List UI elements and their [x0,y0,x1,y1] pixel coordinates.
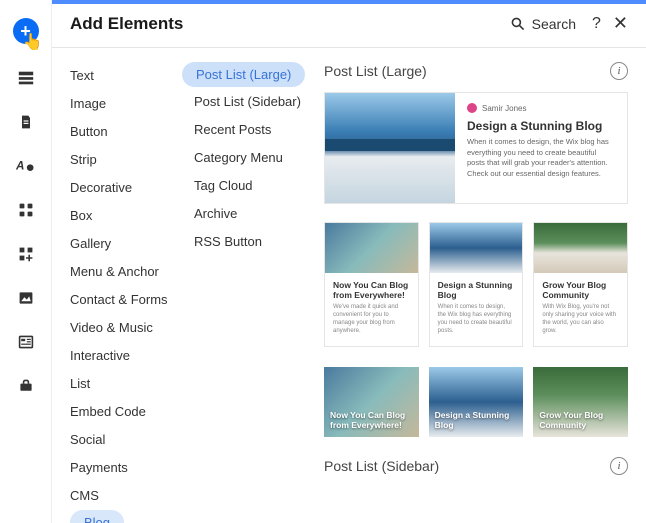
left-rail: + 👆 A [0,0,52,523]
category-item[interactable]: Gallery [70,230,121,257]
section-header-sidebar: Post List (Sidebar) i [324,457,628,475]
card-image [430,223,523,273]
card-title: Grow Your Blog Community [539,410,622,430]
card-title: Grow Your Blog Community [542,280,619,300]
category-item[interactable]: Embed Code [70,398,156,425]
subcategory-item[interactable]: RSS Button [182,228,274,255]
author-row: Samir Jones [467,103,615,113]
subcategory-item[interactable]: Post List (Sidebar) [182,88,313,115]
info-icon[interactable]: i [610,62,628,80]
content-icon[interactable] [16,332,36,352]
card-body: When it comes to design, the Wix blog ha… [438,304,515,335]
section-header-large: Post List (Large) i [324,62,628,80]
category-item[interactable]: Menu & Anchor [70,258,169,285]
preview-image [325,93,455,203]
plus-icon: + [20,21,31,42]
overlay-card[interactable]: Now You Can Blog from Everywhere! [324,367,419,437]
grid-card[interactable]: Grow Your Blog Community With Wix Blog, y… [533,222,628,347]
card-title: Now You Can Blog from Everywhere! [330,410,413,430]
card-title: Now You Can Blog from Everywhere! [333,280,410,300]
add-elements-button[interactable]: + 👆 [13,18,39,44]
card-image [325,223,418,273]
category-item[interactable]: Decorative [70,174,142,201]
svg-text:A: A [16,159,24,172]
subcategory-list: Post List (Large)Post List (Sidebar)Rece… [182,48,324,523]
media-icon[interactable] [16,288,36,308]
card-text: Design a Stunning Blog When it comes to d… [430,273,523,346]
category-item[interactable]: Image [70,90,116,117]
sections-icon[interactable] [16,68,36,88]
post-list-grid-preview[interactable]: Now You Can Blog from Everywhere! We've m… [324,222,628,347]
design-icon[interactable]: A [16,156,36,176]
category-item[interactable]: Video & Music [70,314,163,341]
section-title: Post List (Large) [324,63,427,79]
close-button[interactable]: ✕ [613,13,628,34]
category-item[interactable]: Button [70,118,118,145]
category-item[interactable]: Blog [70,510,124,523]
overlay-card[interactable]: Grow Your Blog Community [533,367,628,437]
subcategory-item[interactable]: Post List (Large) [182,62,305,87]
subcategory-item[interactable]: Tag Cloud [182,172,265,199]
pages-icon[interactable] [16,112,36,132]
apps-icon[interactable] [16,200,36,220]
card-title: Design a Stunning Blog [435,410,518,430]
card-title: Design a Stunning Blog [467,119,615,133]
app-root: + 👆 A Add Elements [0,0,646,523]
card-title: Design a Stunning Blog [438,280,515,300]
info-icon[interactable]: i [610,457,628,475]
search-icon [510,16,526,32]
category-item[interactable]: CMS [70,482,109,509]
category-item[interactable]: Contact & Forms [70,286,178,313]
author-name: Samir Jones [482,104,526,113]
category-list: TextImageButtonStripDecorativeBoxGallery… [52,48,182,523]
panel-body: TextImageButtonStripDecorativeBoxGallery… [52,48,646,523]
panel-header: Add Elements Search ? ✕ [52,0,646,48]
card-image [534,223,627,273]
elements-panel: Add Elements Search ? ✕ TextImageButtonS… [52,0,646,523]
panel-title: Add Elements [70,14,183,34]
help-button[interactable]: ? [592,15,601,33]
card-text: Grow Your Blog Community With Wix Blog, y… [534,273,627,346]
business-icon[interactable] [16,376,36,396]
subcategory-item[interactable]: Archive [182,200,249,227]
category-item[interactable]: Text [70,62,104,89]
preview-pane: Post List (Large) i Samir Jones Design a… [324,48,646,523]
category-item[interactable]: Box [70,202,102,229]
post-list-large-preview[interactable]: Samir Jones Design a Stunning Blog When … [324,92,628,204]
overlay-card[interactable]: Design a Stunning Blog [429,367,524,437]
addons-icon[interactable] [16,244,36,264]
subcategory-item[interactable]: Category Menu [182,144,295,171]
search-button[interactable]: Search [510,16,576,32]
grid-card[interactable]: Design a Stunning Blog When it comes to d… [429,222,524,347]
card-body: With Wix Blog, you're not only sharing y… [542,304,619,335]
card-body: We've made it quick and convenient for y… [333,304,410,335]
category-item[interactable]: Social [70,426,115,453]
subcategory-item[interactable]: Recent Posts [182,116,283,143]
post-list-overlay-preview[interactable]: Now You Can Blog from Everywhere! Design … [324,367,628,437]
top-accent-bar [52,0,646,4]
category-item[interactable]: Payments [70,454,138,481]
card-text: Now You Can Blog from Everywhere! We've m… [325,273,418,346]
preview-text: Samir Jones Design a Stunning Blog When … [455,93,627,203]
section-title: Post List (Sidebar) [324,458,439,474]
grid-card[interactable]: Now You Can Blog from Everywhere! We've m… [324,222,419,347]
category-item[interactable]: Strip [70,146,107,173]
search-label: Search [532,16,576,32]
avatar [467,103,477,113]
category-item[interactable]: Interactive [70,342,140,369]
category-item[interactable]: List [70,370,100,397]
card-body: When it comes to design, the Wix blog ha… [467,137,615,179]
